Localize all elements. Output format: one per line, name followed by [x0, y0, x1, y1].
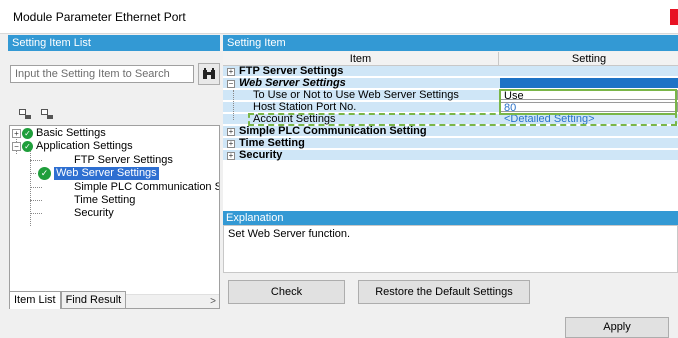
tree-item-simple-plc-communication[interactable]: Simple PLC Communication Se [74, 181, 219, 194]
search-input[interactable]: Input the Setting Item to Search [10, 65, 194, 83]
setting-tree: + ✓ Basic Settings − ✓ Application Setti… [9, 125, 220, 309]
settings-grid: Item Setting + FTP Server Settings − Web… [223, 52, 678, 222]
grid-row-simple-plc[interactable]: + Simple PLC Communication Setting [223, 126, 678, 137]
highlight-account-box [248, 113, 677, 126]
setting-item-list-header: Setting Item List [8, 35, 220, 51]
scroll-right-icon[interactable]: > [210, 295, 216, 308]
binoculars-icon [203, 68, 215, 79]
tree-item-application-settings[interactable]: − ✓ Application Settings [12, 140, 133, 153]
check-button[interactable]: Check [228, 280, 345, 304]
expand-all-icon[interactable] [18, 108, 32, 120]
setting-item-list-panel: Setting Item List Input the Setting Item… [8, 35, 220, 338]
expand-icon[interactable]: + [227, 152, 235, 160]
tree-item-basic-settings[interactable]: + ✓ Basic Settings [12, 127, 106, 140]
grid-row-web-server[interactable]: − Web Server Settings [223, 78, 678, 89]
title-bar: Module Parameter Ethernet Port [0, 0, 678, 34]
explanation-text: Set Web Server function. [223, 225, 678, 273]
apply-button[interactable]: Apply [565, 317, 669, 338]
restore-defaults-button[interactable]: Restore the Default Settings [358, 280, 530, 304]
column-header-item: Item [223, 52, 499, 65]
collapse-all-icon[interactable] [40, 108, 54, 120]
find-button[interactable] [198, 63, 220, 85]
window-title: Module Parameter Ethernet Port [13, 10, 186, 24]
tab-item-list[interactable]: Item List [9, 291, 61, 309]
tree-item-web-server-settings[interactable]: ✓ Web Server Settings [38, 167, 159, 180]
tree-toolbar [18, 108, 54, 120]
tree-item-ftp-server-settings[interactable]: FTP Server Settings [74, 154, 173, 167]
highlight-setting-box [499, 89, 677, 115]
check-circle-icon: ✓ [22, 128, 33, 139]
expand-icon[interactable]: + [227, 140, 235, 148]
expand-icon[interactable]: + [12, 129, 21, 138]
tab-find-result[interactable]: Find Result [60, 291, 127, 309]
explanation-header: Explanation [223, 211, 678, 225]
web-server-setting-cell [500, 78, 678, 88]
check-circle-icon: ✓ [22, 141, 33, 152]
tree-item-security[interactable]: Security [74, 207, 114, 220]
tree-item-time-setting[interactable]: Time Setting [74, 194, 135, 207]
expand-icon[interactable]: + [227, 128, 235, 136]
grid-header-row: Item Setting [223, 52, 678, 66]
collapse-icon[interactable]: − [12, 142, 21, 151]
check-circle-icon: ✓ [38, 167, 51, 180]
grid-row-ftp[interactable]: + FTP Server Settings [223, 66, 678, 77]
setting-item-header: Setting Item [223, 35, 678, 51]
setting-item-panel: Setting Item Item Setting + FTP Server S… [223, 35, 678, 338]
column-header-setting: Setting [571, 53, 607, 65]
expand-icon[interactable]: + [227, 68, 235, 76]
left-panel-tabs: Item List Find Result [9, 291, 127, 309]
grid-row-security[interactable]: + Security [223, 150, 678, 161]
close-icon[interactable] [670, 9, 678, 25]
grid-row-time-setting[interactable]: + Time Setting [223, 138, 678, 149]
collapse-icon[interactable]: − [227, 80, 235, 88]
